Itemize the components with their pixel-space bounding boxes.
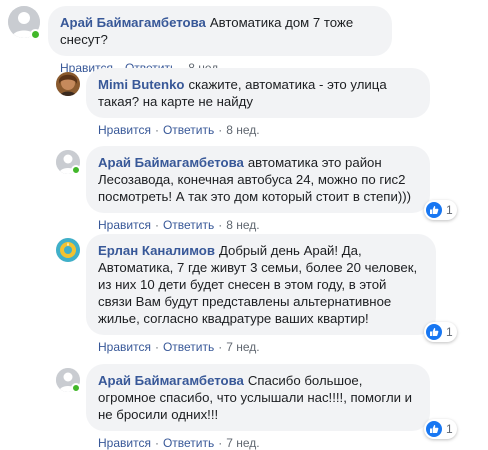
avatar[interactable] — [56, 72, 80, 96]
like-link[interactable]: Нравится — [98, 340, 151, 354]
avatar[interactable] — [56, 150, 81, 175]
comment-actions: Нравится · Ответить · 7 нед. — [86, 436, 430, 450]
reply-link[interactable]: Ответить — [163, 123, 214, 137]
like-link[interactable]: Нравится — [98, 436, 151, 450]
thumbs-up-icon — [426, 324, 442, 340]
separator: · — [154, 123, 159, 137]
comment-reply: Mimi Butenko скажите, автоматика - это ул… — [56, 68, 430, 137]
comment-bubble: Ерлан Каналимов Добрый день Арай! Да, Авт… — [86, 234, 436, 335]
reply-link[interactable]: Ответить — [163, 218, 214, 232]
comment-author[interactable]: Арай Баймагамбетова — [60, 15, 206, 30]
comment-bubble: Арай Баймагамбетова Спасибо большое, огро… — [86, 364, 430, 431]
thumbs-up-icon — [426, 421, 442, 437]
like-link[interactable]: Нравится — [98, 123, 151, 137]
thumbs-up-icon — [426, 202, 442, 218]
reply-link[interactable]: Ответить — [163, 436, 214, 450]
comment-bubble: Арай Баймагамбетова Автоматика дом 7 тоже… — [48, 6, 392, 56]
comment-author[interactable]: Арай Баймагамбетова — [98, 155, 244, 170]
avatar[interactable] — [8, 6, 41, 40]
comment-author[interactable]: Ерлан Каналимов — [98, 243, 215, 258]
separator: · — [154, 340, 159, 354]
reaction-count-badge[interactable]: 1 — [424, 200, 457, 220]
separator: · — [154, 218, 159, 232]
like-link[interactable]: Нравится — [98, 218, 151, 232]
comment-time[interactable]: 8 нед. — [226, 123, 259, 137]
avatar[interactable] — [56, 368, 81, 393]
online-status-dot — [30, 29, 41, 40]
avatar[interactable] — [56, 238, 80, 262]
separator: · — [154, 436, 159, 450]
online-status-dot — [71, 165, 81, 175]
comment-reply: Арай Баймагамбетова автоматика это район … — [56, 146, 430, 232]
separator: · — [218, 436, 223, 450]
reply-link[interactable]: Ответить — [163, 340, 214, 354]
comment-bubble: Mimi Butenko скажите, автоматика - это ул… — [86, 68, 430, 118]
comment-actions: Нравится·Ответить·8 нед. — [86, 218, 430, 232]
comment-time[interactable]: 8 нед. — [226, 218, 259, 232]
comment-time[interactable]: 7 нед. — [226, 436, 259, 450]
separator: · — [218, 340, 223, 354]
comment-time[interactable]: 7 нед. — [226, 340, 259, 354]
comment-bubble: Арай Баймагамбетова автоматика это район … — [86, 146, 430, 213]
comment: Арай Баймагамбетова Автоматика дом 7 тоже… — [8, 6, 392, 75]
reaction-count-badge[interactable]: 1 — [424, 322, 457, 342]
separator: · — [218, 218, 223, 232]
comment-reply: Арай Баймагамбетова Спасибо большое, огро… — [56, 364, 430, 450]
comment-author[interactable]: Арай Баймагамбетова — [98, 373, 244, 388]
separator: · — [218, 123, 223, 137]
user-photo-avatar — [56, 72, 80, 96]
reaction-count-badge[interactable]: 1 — [424, 419, 457, 439]
reaction-count: 1 — [446, 422, 453, 436]
comment-actions: Нравится·Ответить·8 нед. — [86, 123, 430, 137]
comment-actions: Нравится · Ответить · 7 нед. — [86, 340, 436, 354]
online-status-dot — [71, 383, 81, 393]
comment-reply: Ерлан Каналимов Добрый день Арай! Да, Авт… — [56, 234, 436, 354]
emblem-avatar — [56, 238, 80, 262]
comment-author[interactable]: Mimi Butenko — [98, 77, 184, 92]
reaction-count: 1 — [446, 325, 453, 339]
reaction-count: 1 — [446, 203, 453, 217]
